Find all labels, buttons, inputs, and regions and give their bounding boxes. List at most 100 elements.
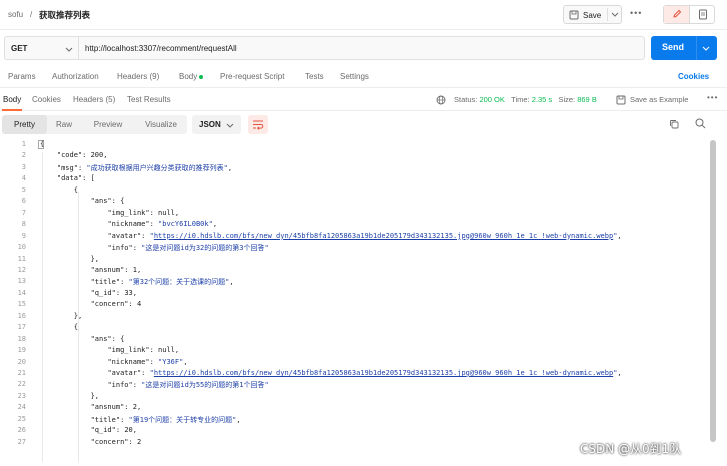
tab-tests[interactable]: Tests: [305, 72, 324, 81]
code-line: 3 "msg": "成功获取根据用户兴趣分类获取的推荐列表",: [0, 163, 710, 173]
line-number: 21: [17, 369, 26, 377]
response-more-button[interactable]: •••: [707, 93, 718, 102]
language-select[interactable]: JSON: [192, 115, 241, 134]
save-label: Save: [583, 11, 602, 20]
code-text: "q_id": 33,: [90, 288, 137, 297]
documentation-icon[interactable]: [698, 9, 708, 20]
breadcrumb-collection[interactable]: sofu: [8, 10, 23, 19]
code-line: 17 {: [0, 323, 710, 333]
request-title[interactable]: 获取推荐列表: [39, 9, 90, 21]
tab-response-body[interactable]: Body: [3, 95, 21, 104]
line-number: 14: [17, 288, 26, 297]
code-line: 4 "data": [: [0, 174, 710, 184]
code-line: 19 "img_link": null,: [0, 346, 710, 356]
tab-response-headers[interactable]: Headers (5): [73, 95, 115, 104]
code-line: 15 "concern": 4: [0, 300, 710, 310]
line-number: 7: [21, 208, 26, 217]
line-number: 3: [21, 162, 26, 171]
line-number: 26: [17, 426, 26, 435]
code-line: 14 "q_id": 33,: [0, 289, 710, 299]
code-line: 7 "img_link": null,: [0, 209, 710, 219]
wrap-lines-button[interactable]: [248, 115, 268, 134]
url-input[interactable]: http://localhost:3307/recomment/requestA…: [78, 36, 645, 60]
code-text: "ansnum": 1,: [90, 265, 142, 274]
tab-visualize[interactable]: Visualize: [135, 115, 187, 134]
line-number: 9: [21, 231, 26, 240]
globe-icon[interactable]: [436, 95, 446, 105]
line-number: 15: [17, 300, 26, 309]
chevron-down-icon[interactable]: [611, 10, 619, 18]
wrap-lines-icon: [253, 120, 264, 130]
line-number: 25: [17, 414, 26, 423]
code-text: "img_link": null,: [107, 208, 180, 217]
status-label: Status:: [454, 95, 478, 104]
edit-mode-button[interactable]: [664, 6, 690, 23]
send-label: Send: [662, 42, 685, 52]
code-text: "code": 200,: [56, 151, 108, 160]
code-line: 6 "ans": {: [0, 197, 710, 207]
code-text: "nickname": "bvcY6IL0B0k",: [107, 220, 218, 229]
code-line: 9 "avatar": "https://i0.hdslb.com/bfs/ne…: [0, 232, 710, 242]
url-value: http://localhost:3307/recomment/requestA…: [85, 44, 237, 53]
request-tabs: Params Authorization Headers (9) Body Pr…: [0, 66, 727, 88]
method-select[interactable]: GET: [4, 36, 78, 60]
chevron-down-icon[interactable]: [702, 44, 710, 52]
line-number: 22: [17, 380, 26, 389]
code-line: 10 "info": "这是对问题id为32的问题的第3个回答": [0, 243, 710, 253]
tab-preview[interactable]: Preview: [81, 115, 135, 134]
code-text: "concern": 2: [90, 437, 142, 446]
tab-params[interactable]: Params: [8, 72, 36, 81]
size-label: Size:: [558, 95, 576, 104]
code-line: 23 },: [0, 392, 710, 402]
line-number: 6: [21, 197, 26, 206]
time-value[interactable]: 2.35 s: [532, 95, 552, 104]
size-value[interactable]: 869 B: [577, 95, 597, 104]
code-text: "info": "这是对问题id为32的问题的第3个回答": [107, 244, 269, 253]
line-number: 1: [21, 140, 26, 148]
tab-test-results[interactable]: Test Results: [127, 95, 171, 104]
copy-icon[interactable]: [669, 119, 679, 129]
code-line: 11 },: [0, 255, 710, 265]
line-number: 10: [17, 243, 26, 252]
code-text: "msg": "成功获取根据用户兴趣分类获取的推荐列表",: [56, 163, 233, 172]
line-number: 16: [17, 311, 26, 320]
line-number: 20: [17, 357, 26, 366]
scrollbar-thumb[interactable]: [710, 140, 716, 442]
response-status: Status: 200 OK Time: 2.35 s Size: 869 B: [454, 95, 597, 104]
code-text: "data": [: [56, 174, 95, 183]
code-text: "title": "第32个问题：关于选课的问题",: [90, 278, 234, 287]
line-number: 24: [17, 403, 26, 412]
code-text: "avatar": "https://i0.hdslb.com/bfs/new_…: [107, 231, 622, 240]
line-number: 19: [17, 346, 26, 355]
status-value[interactable]: 200 OK: [479, 95, 504, 104]
format-tabs: Pretty Raw Preview Visualize: [2, 115, 187, 134]
code-text: "q_id": 20,: [90, 426, 137, 435]
line-number: 18: [17, 334, 26, 343]
code-line: 8 "nickname": "bvcY6IL0B0k",: [0, 220, 710, 230]
code-line: 24 "ansnum": 2,: [0, 403, 710, 413]
line-number: 27: [17, 437, 26, 446]
tab-authorization[interactable]: Authorization: [52, 72, 99, 81]
line-number: 11: [17, 254, 26, 263]
title-bar: sofu / 获取推荐列表 Save •••: [0, 0, 727, 30]
tab-pre-request-script[interactable]: Pre-request Script: [220, 72, 284, 81]
tab-headers[interactable]: Headers (9): [117, 72, 159, 81]
tab-pretty[interactable]: Pretty: [2, 115, 47, 134]
code-text: "info": "这是对问题id为55的问题的第1个回答": [107, 381, 269, 390]
tab-settings[interactable]: Settings: [340, 72, 369, 81]
more-options-button[interactable]: •••: [630, 8, 642, 18]
cookies-link[interactable]: Cookies: [678, 72, 709, 81]
response-body-viewer[interactable]: 1{2 "code": 200, 3 "msg": "成功获取根据用户兴趣分类获取…: [0, 138, 710, 462]
code-text: },: [90, 254, 100, 263]
method-value: GET: [11, 44, 28, 53]
tab-raw[interactable]: Raw: [47, 115, 81, 134]
active-tab-indicator: [2, 109, 22, 111]
send-button[interactable]: Send: [651, 36, 717, 60]
search-icon[interactable]: [695, 118, 706, 129]
tab-response-cookies[interactable]: Cookies: [32, 95, 61, 104]
tab-body[interactable]: Body: [179, 72, 204, 81]
save-button[interactable]: Save: [563, 5, 622, 24]
code-line: 25 "title": "第19个问题：关于转专业的问题",: [0, 415, 710, 425]
line-number: 8: [21, 220, 26, 229]
save-as-example-button[interactable]: Save as Example: [630, 95, 688, 104]
